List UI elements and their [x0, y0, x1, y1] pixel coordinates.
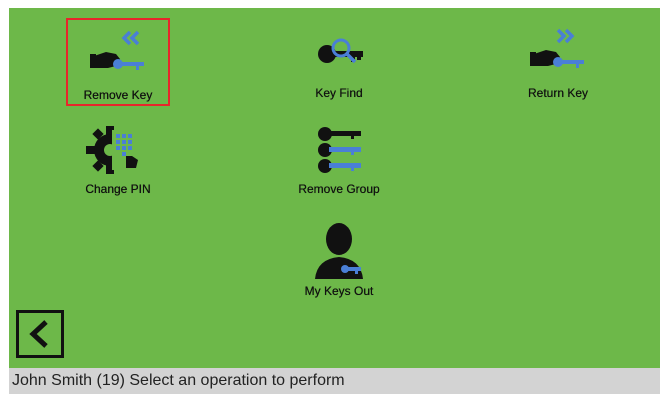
key-find-label: Key Find — [315, 86, 363, 100]
return-key-button[interactable]: Return Key — [506, 18, 610, 106]
my-keys-out-button[interactable]: My Keys Out — [287, 210, 391, 306]
change-pin-button[interactable]: Change PIN — [66, 114, 170, 202]
hand-key-return-icon — [530, 28, 584, 68]
operation-menu-screen: Remove Key Key Find Return Key Change PI… — [9, 8, 660, 368]
change-pin-label: Change PIN — [85, 182, 151, 196]
chevron-left-icon — [29, 320, 48, 348]
hand-key-remove-icon — [90, 30, 144, 70]
status-message: John Smith (19) Select an operation to p… — [12, 372, 345, 389]
remove-group-label: Remove Group — [298, 182, 380, 196]
my-keys-out-label: My Keys Out — [304, 284, 374, 298]
gear-keypad-icon — [86, 126, 138, 174]
remove-key-label: Remove Key — [83, 88, 153, 102]
remove-group-button[interactable]: Remove Group — [287, 114, 391, 202]
key-group-icon — [318, 127, 361, 173]
back-button[interactable] — [16, 310, 64, 358]
remove-key-button[interactable]: Remove Key — [66, 18, 170, 106]
status-bar: John Smith (19) Select an operation to p… — [9, 368, 660, 394]
user-key-icon — [315, 223, 363, 279]
key-find-button[interactable]: Key Find — [287, 18, 391, 106]
return-key-label: Return Key — [527, 86, 589, 100]
key-search-icon — [318, 38, 363, 64]
